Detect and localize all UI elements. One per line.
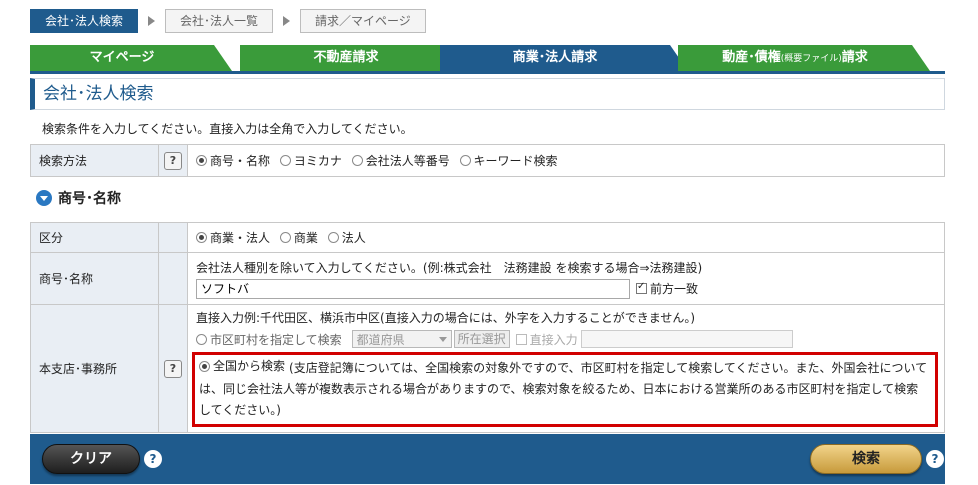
intro-text: 検索条件を入力してください。直接入力は全角で入力してください。: [42, 122, 413, 136]
page-title: 会社･法人検索: [30, 78, 945, 110]
name-label: 商号･名称: [30, 252, 159, 305]
section-header: 商号･名称: [36, 188, 121, 208]
search-method-label: 検索方法: [30, 144, 159, 177]
category-options: 商業・法人 商業 法人: [187, 222, 945, 253]
radio-icon: [196, 333, 207, 345]
radio-commercial[interactable]: 商業: [279, 229, 318, 246]
radio-corporate-number[interactable]: 会社法人等番号: [351, 152, 450, 169]
radio-icon: [199, 361, 210, 372]
help-icon[interactable]: ?: [926, 450, 944, 468]
radio-icon: [196, 232, 207, 243]
radio-keyword[interactable]: キーワード検索: [459, 152, 558, 169]
direct-input-field[interactable]: [580, 330, 793, 348]
radio-icon: [279, 155, 291, 166]
name-search-table: 区分 商業・法人 商業 法人 商号･名称 会社法人種別を除いて入力してください。…: [30, 222, 945, 433]
radio-yomikana[interactable]: ヨミカナ: [279, 152, 342, 169]
breadcrumb-arrow-icon: [283, 16, 291, 26]
name-hint: 会社法人種別を除いて入力してください。(例:株式会社 法務建設 を検索する場合⇒…: [196, 260, 703, 275]
chevron-down-icon: [438, 336, 447, 342]
section-title: 商号･名称: [58, 191, 121, 207]
category-label: 区分: [30, 222, 159, 253]
radio-city[interactable]: 市区町村を指定して検索: [196, 331, 342, 348]
radio-icon: [351, 155, 363, 166]
tab-mypage[interactable]: マイページ: [30, 45, 232, 71]
search-method-table: 検索方法 ? 商号・名称 ヨミカナ 会社法人等番号 キーワード検索: [30, 144, 945, 177]
nationwide-highlight-box: 全国から検索 (支店登記簿については、全国検索の対象外ですので、市区町村を指定して…: [192, 352, 938, 427]
tab-commercial[interactable]: 商業･法人請求: [440, 45, 688, 71]
checkbox-icon: [636, 281, 647, 294]
direct-input-checkbox[interactable]: 直接入力: [515, 331, 578, 348]
location-select-button[interactable]: 所在選択: [453, 330, 510, 348]
footer-bar: クリア ? 検索 ?: [30, 434, 945, 484]
office-hint: 直接入力例:千代田区、横浜市中区(直接入力の場合には、外字を入力することができま…: [196, 311, 696, 325]
search-method-options: 商号・名称 ヨミカナ 会社法人等番号 キーワード検索: [187, 144, 945, 177]
breadcrumb: 会社･法人検索 会社･法人一覧 請求／マイページ: [30, 8, 426, 34]
prefix-match-checkbox[interactable]: 前方一致: [636, 280, 698, 297]
breadcrumb-step-company-list: 会社･法人一覧: [165, 9, 274, 33]
tabs-underline: [30, 71, 945, 74]
search-button[interactable]: 検索: [810, 444, 922, 474]
name-input[interactable]: [196, 278, 630, 299]
radio-icon: [196, 155, 207, 166]
breadcrumb-step-request-mypage: 請求／マイページ: [300, 9, 426, 33]
help-icon[interactable]: ?: [164, 359, 182, 378]
tab-label-small: (概要ファイル): [780, 54, 842, 64]
breadcrumb-arrow-icon: [148, 16, 156, 26]
tab-label: マイページ: [89, 50, 155, 65]
radio-icon: [459, 155, 471, 166]
help-icon[interactable]: ?: [164, 151, 182, 170]
help-icon[interactable]: ?: [144, 450, 162, 468]
checkbox-icon: [515, 333, 527, 345]
nationwide-note: (支店登記簿については、全国検索の対象外ですので、市区町村を指定して検索してくだ…: [199, 361, 928, 417]
office-label: 本支店･事務所: [30, 304, 159, 433]
radio-commercial-corporate[interactable]: 商業・法人: [196, 229, 270, 246]
radio-icon: [327, 232, 339, 243]
radio-trade-name[interactable]: 商号・名称: [196, 152, 270, 169]
radio-icon: [279, 232, 291, 243]
radio-corporate[interactable]: 法人: [327, 229, 366, 246]
tab-realestate[interactable]: 不動産請求: [240, 45, 470, 71]
radio-nationwide[interactable]: 全国から検索: [199, 356, 285, 377]
tab-label: 商業･法人請求: [512, 50, 598, 65]
tab-label-main: 動産･債権: [722, 50, 781, 65]
breadcrumb-step-company-search: 会社･法人検索: [30, 9, 139, 33]
tab-label: 不動産請求: [313, 50, 379, 65]
prefecture-select[interactable]: 都道府県: [351, 330, 452, 348]
clear-button[interactable]: クリア: [42, 444, 140, 474]
chevron-down-circle-icon: [36, 190, 52, 206]
tab-label-tail: 請求: [841, 50, 868, 65]
main-tabs: マイページ 不動産請求 商業･法人請求 動産･債権(概要ファイル)請求: [30, 45, 945, 71]
tab-movables[interactable]: 動産･債権(概要ファイル)請求: [678, 45, 930, 71]
